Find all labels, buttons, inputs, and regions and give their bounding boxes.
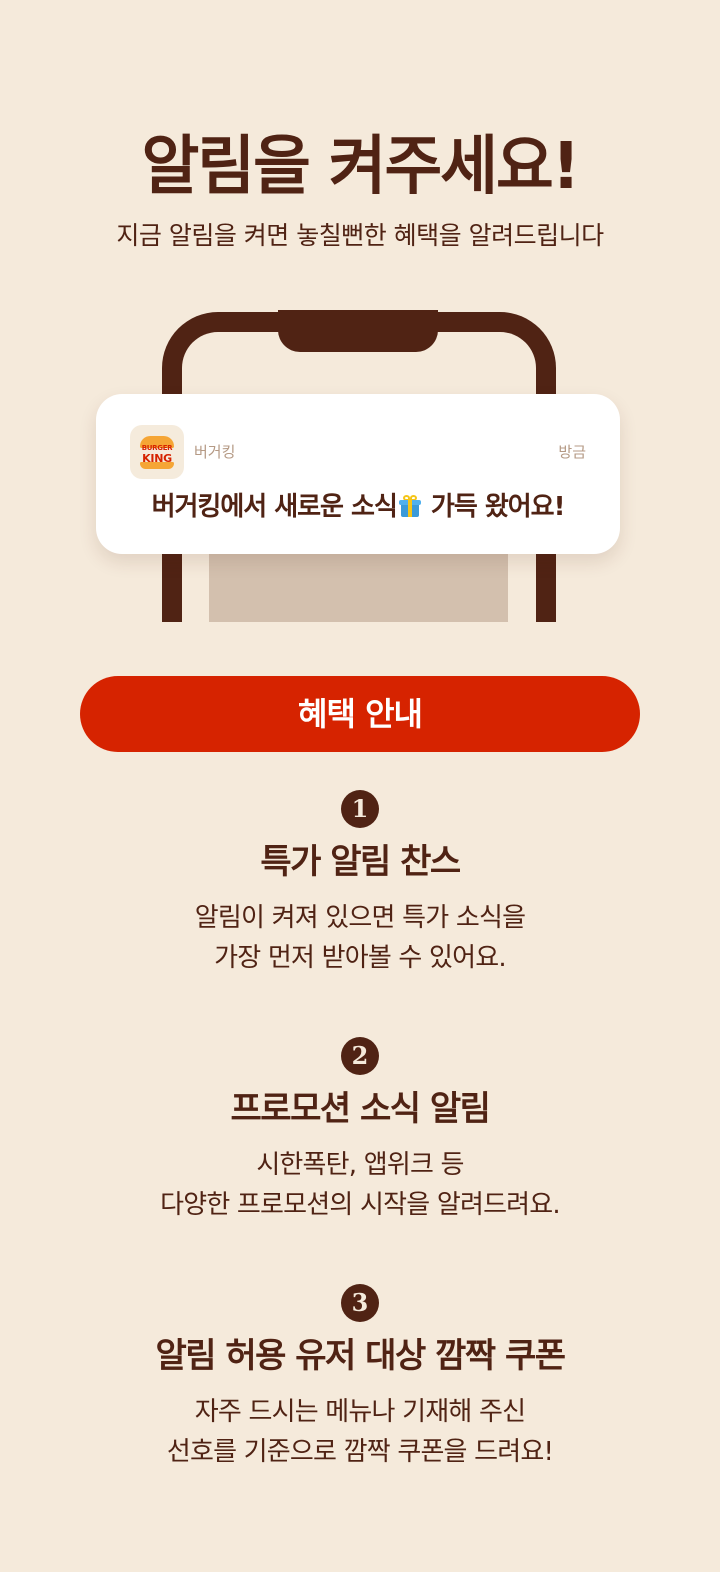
benefit-title: 특가 알림 찬스 xyxy=(260,842,461,882)
benefits-info-button[interactable]: 혜택 안내 xyxy=(80,676,640,752)
benefit-description-line: 자주 드시는 메뉴나 기재해 주신 xyxy=(194,1397,526,1427)
notification-time: 방금 xyxy=(558,443,586,461)
number-badge: 1 xyxy=(341,790,379,828)
logo-text-bottom: KING xyxy=(142,452,172,465)
notification-card: BURGER KING 버거킹 방금 버거킹에서 새로운 소식 가득 왔어요! xyxy=(96,394,620,554)
benefit-description-line: 알림이 켜져 있으면 특가 소식을 xyxy=(194,903,526,933)
benefit-item: 2 프로모션 소식 알림 시한폭탄, 앱위크 등 다양한 프로모션의 시작을 알… xyxy=(0,1037,720,1225)
benefit-description: 자주 드시는 메뉴나 기재해 주신 선호를 기준으로 깜짝 쿠폰을 드려요! xyxy=(0,1392,720,1472)
benefit-title: 프로모션 소식 알림 xyxy=(230,1089,491,1129)
page-title: 알림을 켜주세요! xyxy=(141,130,581,204)
benefit-description-line: 다양한 프로모션의 시작을 알려드려요. xyxy=(160,1190,561,1220)
phone-notch xyxy=(278,310,438,352)
burger-king-logo: BURGER KING xyxy=(130,425,184,479)
benefit-item: 1 특가 알림 찬스 알림이 켜져 있으면 특가 소식을 가장 먼저 받아볼 수… xyxy=(0,790,720,978)
notification-message: 버거킹에서 새로운 소식 가득 왔어요! xyxy=(96,490,620,524)
benefit-title: 알림 허용 유저 대상 깜짝 쿠폰 xyxy=(155,1336,566,1376)
number-badge: 3 xyxy=(341,1284,379,1322)
benefit-description-line: 선호를 기준으로 깜짝 쿠폰을 드려요! xyxy=(166,1437,554,1467)
benefit-description-line: 가장 먼저 받아볼 수 있어요. xyxy=(214,943,506,973)
notification-message-after: 가득 왔어요! xyxy=(422,492,566,522)
phone-cut xyxy=(150,622,570,672)
number-badge: 2 xyxy=(341,1037,379,1075)
benefit-description: 알림이 켜져 있으면 특가 소식을 가장 먼저 받아볼 수 있어요. xyxy=(0,898,720,978)
notification-app-name: 버거킹 xyxy=(194,443,236,461)
benefit-description: 시한폭탄, 앱위크 등 다양한 프로모션의 시작을 알려드려요. xyxy=(0,1145,720,1225)
notification-message-before: 버거킹에서 새로운 소식 xyxy=(151,492,398,522)
page-subtitle: 지금 알림을 켜면 놓칠뻔한 혜택을 알려드립니다 xyxy=(116,221,604,250)
benefit-description-line: 시한폭탄, 앱위크 등 xyxy=(256,1150,464,1180)
benefit-item: 3 알림 허용 유저 대상 깜짝 쿠폰 자주 드시는 메뉴나 기재해 주신 선호… xyxy=(0,1284,720,1472)
logo-text: BURGER KING xyxy=(136,444,178,464)
gift-icon xyxy=(398,495,421,517)
